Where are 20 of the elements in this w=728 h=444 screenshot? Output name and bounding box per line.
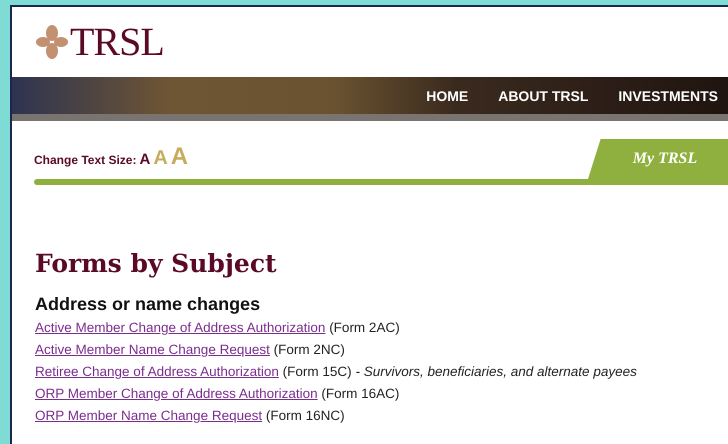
form-number: (Form 16NC): [266, 408, 345, 423]
logo-text[interactable]: TRSL: [70, 22, 164, 62]
form-link[interactable]: ORP Member Name Change Request: [35, 408, 262, 423]
form-link[interactable]: Active Member Name Change Request: [35, 342, 270, 357]
nav-link[interactable]: ABOUT TRSL: [498, 88, 588, 104]
form-link[interactable]: Active Member Change of Address Authorization: [35, 320, 326, 335]
nav-link[interactable]: HOME: [426, 88, 468, 104]
nav-link[interactable]: INVESTMENTS: [618, 88, 718, 104]
logo-icon: [36, 25, 68, 59]
form-note: - Survivors, beneficiaries, and alternate payees: [355, 364, 637, 379]
text-size-label: Change Text Size:: [34, 153, 136, 167]
form-link[interactable]: ORP Member Change of Address Authorization: [35, 386, 318, 401]
text-size-button[interactable]: A: [139, 151, 150, 168]
form-number: (Form 2NC): [274, 342, 345, 357]
section-heading: Address or name changes: [35, 294, 262, 315]
form-number: (Form 2AC): [329, 320, 400, 335]
form-link[interactable]: Retiree Change of Address Authorization: [35, 364, 279, 379]
page-title: Forms by Subject: [35, 249, 278, 278]
form-number: (Form 16AC): [321, 386, 400, 401]
form-number: (Form 15C): [282, 364, 352, 379]
